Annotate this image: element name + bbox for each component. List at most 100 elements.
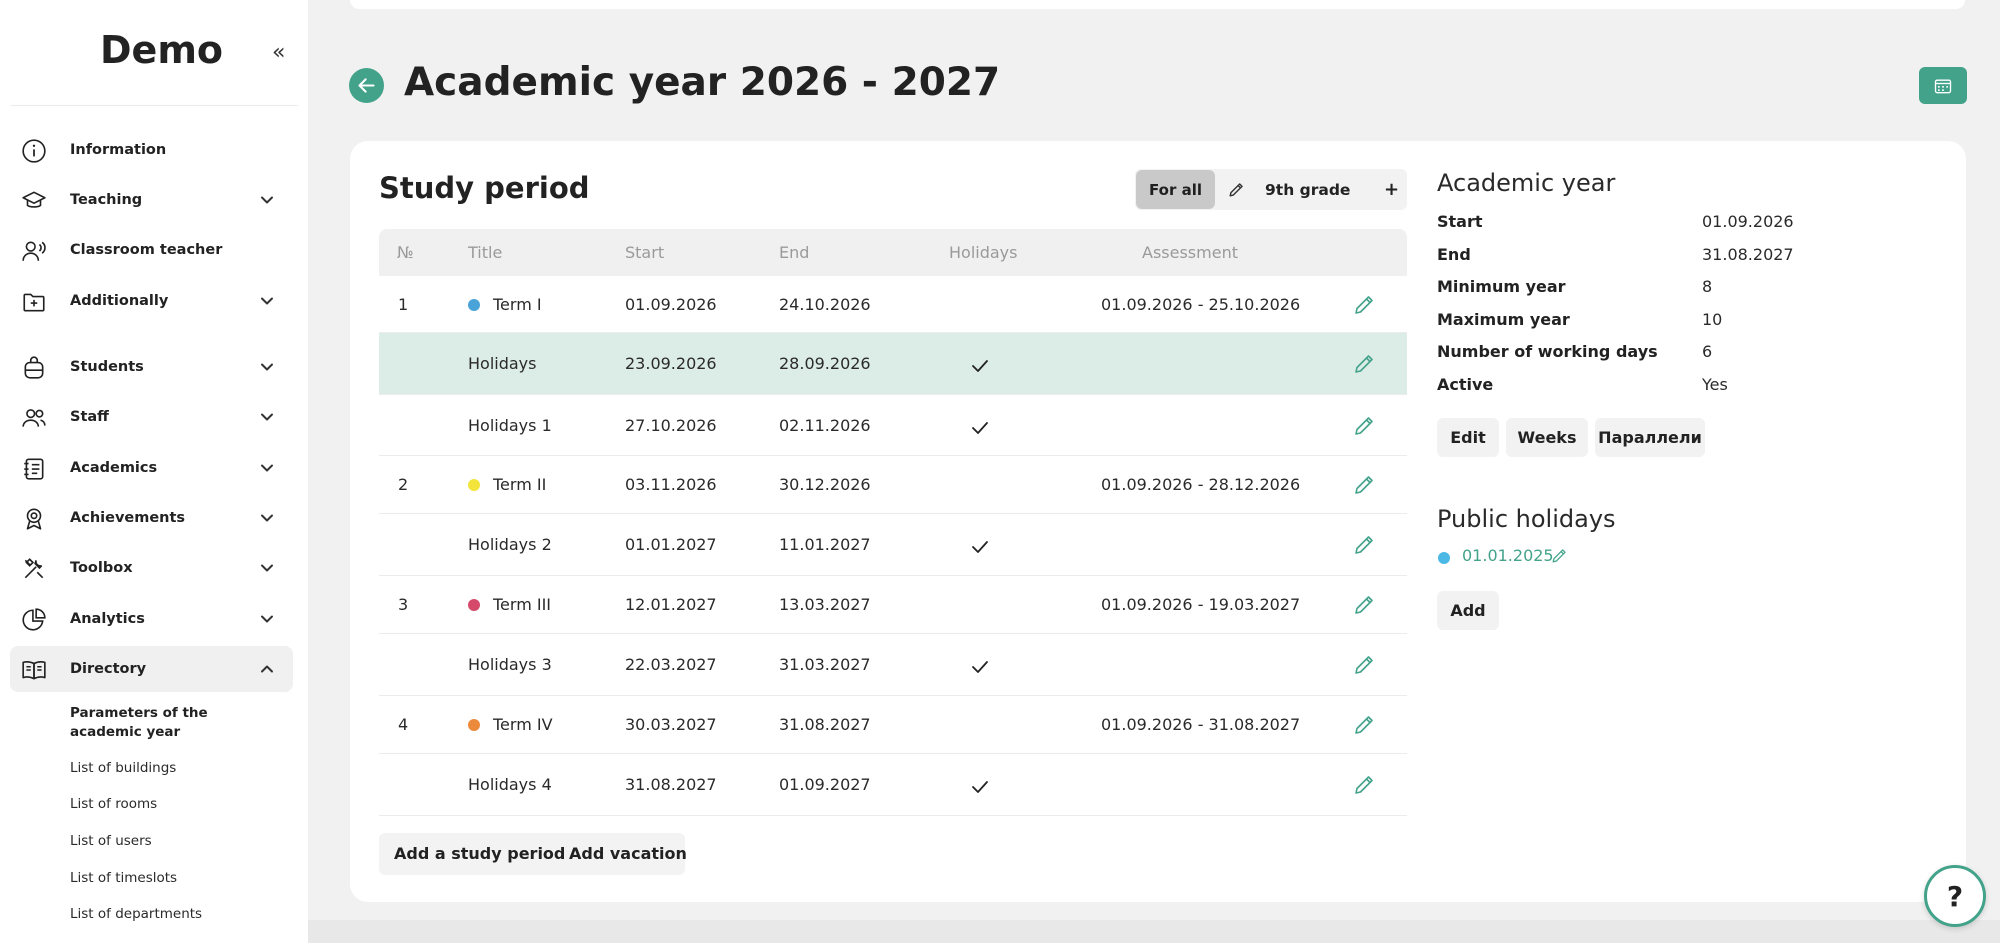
row-assessment: 01.09.2026 - 19.03.2027	[1101, 595, 1301, 614]
edit-holiday-icon[interactable]	[1550, 546, 1569, 565]
add-vacation-button[interactable]: Add vacation	[569, 833, 687, 875]
arrow-left-icon	[358, 78, 375, 93]
sidebar-item-achievements[interactable]: Achievements	[10, 495, 293, 541]
row-start: 01.09.2026	[625, 294, 717, 314]
public-holiday-link[interactable]: 01.01.2025	[1462, 546, 1554, 565]
term-color-dot	[468, 719, 480, 731]
edit-row-icon[interactable]	[1352, 773, 1376, 797]
sidebar-item-label: Students	[70, 359, 144, 375]
weeks-button[interactable]: Weeks	[1506, 418, 1588, 457]
table-row[interactable]: 1 Term I 01.09.2026 24.10.2026 01.09.2026 - …	[379, 276, 1407, 333]
main-card: Study period For all 9th grade + № Title…	[350, 141, 1966, 902]
edit-row-icon[interactable]	[1352, 653, 1376, 677]
table-row[interactable]: Holidays 1 27.10.2026 02.11.2026	[379, 395, 1407, 456]
row-assessment: 01.09.2026 - 31.08.2027	[1101, 715, 1301, 734]
sidebar-item-label: Classroom teacher	[70, 242, 223, 258]
row-start: 22.03.2027	[625, 655, 717, 674]
sidebar-item-directory[interactable]: Directory	[10, 646, 293, 692]
backpack-icon	[21, 355, 47, 381]
teacher-icon	[21, 238, 47, 264]
field-label-minimum-year: Minimum year	[1437, 277, 1566, 296]
table-row[interactable]: 4 Term IV 30.03.2027 31.08.2027 01.09.2026 -…	[379, 696, 1407, 754]
table-row[interactable]: Holidays 3 22.03.2027 31.03.2027	[379, 634, 1407, 696]
term-color-dot	[468, 479, 480, 491]
back-button[interactable]	[349, 68, 384, 103]
table-row[interactable]: 2 Term II 03.11.2026 30.12.2026 01.09.2026 -…	[379, 456, 1407, 514]
holiday-dot	[1438, 552, 1450, 564]
chevron-down-icon	[260, 461, 274, 475]
row-start: 23.09.2026	[625, 354, 717, 373]
sidebar-item-academics[interactable]: Academics	[10, 445, 293, 491]
field-value-active: Yes	[1702, 375, 1728, 394]
edit-row-icon[interactable]	[1352, 293, 1376, 317]
edit-row-icon[interactable]	[1352, 473, 1376, 497]
add-public-holiday-button[interactable]: Add	[1437, 591, 1499, 630]
parallels-button[interactable]: Параллели	[1595, 418, 1705, 457]
sidebar-item-analytics[interactable]: Analytics	[10, 596, 293, 642]
grade-tab[interactable]: 9th grade	[1265, 169, 1350, 210]
field-label-active: Active	[1437, 375, 1494, 394]
logo-row: Demo «	[0, 0, 308, 106]
row-end: 30.12.2026	[779, 475, 871, 494]
sidebar-item-information[interactable]: Information	[10, 127, 293, 173]
table-row[interactable]: Holidays 4 31.08.2027 01.09.2027	[379, 754, 1407, 816]
field-label-number-of-working-days: Number of working days	[1437, 342, 1658, 361]
field-label-start: Start	[1437, 212, 1483, 231]
table-row[interactable]: Holidays 23.09.2026 28.09.2026	[379, 333, 1407, 395]
sidebar-item-label: Additionally	[70, 293, 169, 309]
column-header-title: Title	[468, 243, 503, 262]
table-row[interactable]: 3 Term III 12.01.2027 13.03.2027 01.09.2026 …	[379, 576, 1407, 634]
calendar-button[interactable]	[1919, 67, 1967, 104]
submenu-item-list-of-rooms[interactable]: List of rooms	[70, 795, 280, 814]
submenu-item-list-of-users[interactable]: List of users	[70, 832, 280, 851]
sidebar-item-classroom-teacher[interactable]: Classroom teacher	[10, 227, 293, 273]
sidebar-item-label: Teaching	[70, 192, 143, 208]
row-number: 4	[398, 715, 409, 734]
column-header-holidays: Holidays	[949, 243, 1018, 262]
row-title: Holidays 3	[468, 655, 552, 674]
submenu-item-list-of-departments[interactable]: List of departments	[70, 905, 280, 924]
help-button[interactable]: ?	[1924, 865, 1986, 927]
submenu-item-list-of-buildings[interactable]: List of buildings	[70, 759, 280, 778]
holiday-check-icon	[971, 421, 989, 435]
sidebar-item-label: Analytics	[70, 611, 145, 627]
sidebar-item-students[interactable]: Students	[10, 344, 293, 390]
edit-row-icon[interactable]	[1352, 414, 1376, 438]
holiday-check-icon	[971, 540, 989, 554]
submenu-item-parameters-of-the-academic-year[interactable]: Parameters of the academic year	[70, 704, 280, 742]
edit-filter-icon[interactable]	[1227, 180, 1246, 199]
public-holidays-title: Public holidays	[1437, 505, 1616, 533]
field-value-maximum-year: 10	[1702, 310, 1723, 329]
edit-button[interactable]: Edit	[1437, 418, 1499, 457]
row-end: 31.08.2027	[779, 715, 871, 734]
row-title: Holidays 4	[468, 775, 552, 794]
users-icon	[21, 405, 47, 431]
table-row[interactable]: Holidays 2 01.01.2027 11.01.2027	[379, 514, 1407, 576]
edit-row-icon[interactable]	[1352, 713, 1376, 737]
row-title: Term I	[493, 294, 542, 314]
chevron-down-icon	[260, 410, 274, 424]
chevron-down-icon	[260, 612, 274, 626]
row-title: Holidays	[468, 354, 537, 373]
sidebar-item-toolbox[interactable]: Toolbox	[10, 545, 293, 591]
app-logo: Demo	[100, 28, 224, 72]
row-assessment: 01.09.2026 - 25.10.2026	[1101, 294, 1301, 314]
row-title: Term II	[493, 475, 547, 494]
sidebar-item-staff[interactable]: Staff	[10, 394, 293, 440]
sidebar-item-teaching[interactable]: Teaching	[10, 177, 293, 223]
edit-row-icon[interactable]	[1352, 533, 1376, 557]
add-study-period-button[interactable]: Add a study period	[394, 833, 565, 875]
for-all-tab[interactable]: For all	[1136, 170, 1215, 209]
chevron-down-icon	[260, 294, 274, 308]
collapse-sidebar-icon[interactable]: «	[272, 40, 285, 65]
submenu-item-list-of-timeslots[interactable]: List of timeslots	[70, 869, 280, 888]
top-bar	[350, 0, 1965, 9]
sidebar-item-label: Directory	[70, 661, 147, 677]
edit-row-icon[interactable]	[1352, 352, 1376, 376]
add-filter-button[interactable]: +	[1384, 169, 1399, 210]
sidebar-item-additionally[interactable]: Additionally	[10, 278, 293, 324]
edit-row-icon[interactable]	[1352, 593, 1376, 617]
field-value-end: 31.08.2027	[1702, 245, 1794, 264]
row-end: 13.03.2027	[779, 595, 871, 614]
column-header-start: Start	[625, 243, 665, 262]
